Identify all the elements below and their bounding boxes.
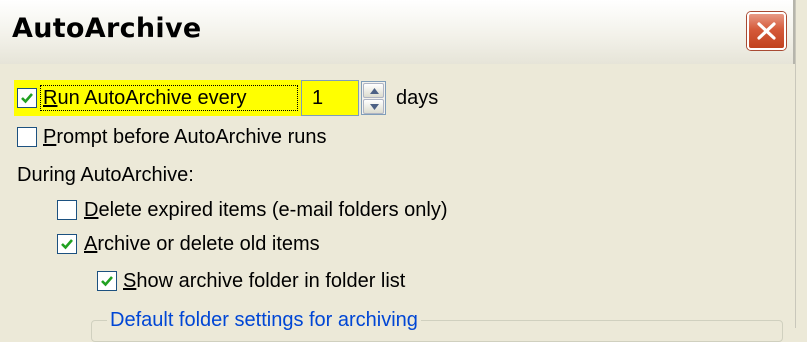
delete-expired-text: elete expired items (e-mail folders only… [98,199,448,221]
show-archive-folder-label[interactable]: Show archive folder in folder list [123,269,405,293]
show-archive-folder-checkbox[interactable] [97,271,117,291]
archive-old-checkbox[interactable] [57,234,77,254]
archive-old-text: rchive or delete old items [97,233,320,255]
days-unit-label: days [396,87,439,109]
delete-expired-hotkey: D [84,199,99,221]
delete-expired-label[interactable]: Delete expired items (e-mail folders onl… [84,198,447,222]
archive-old-hotkey: A [84,233,98,255]
arrow-down-icon [370,104,379,110]
dialog-title-bar[interactable]: AutoArchive [0,0,795,64]
run-autoarchive-text: un AutoArchive every [57,87,247,109]
prompt-before-hotkey: P [43,126,57,148]
dialog-right-edge [795,0,807,328]
during-autoarchive-heading: During AutoArchive: [17,164,194,186]
spin-down-button[interactable] [363,99,384,114]
spin-up-button[interactable] [363,83,384,98]
days-spinner[interactable] [361,81,386,115]
show-archive-folder-hotkey: S [123,270,137,292]
checkmark-icon [61,239,73,250]
prompt-before-label[interactable]: Prompt before AutoArchive runs [43,125,326,149]
checkmark-icon [21,93,33,104]
delete-expired-checkbox[interactable] [57,200,77,220]
show-archive-folder-text: how archive folder in folder list [136,270,406,292]
run-autoarchive-checkbox[interactable] [17,88,37,108]
dialog-title: AutoArchive [12,13,202,44]
prompt-before-text: rompt before AutoArchive runs [56,126,327,148]
checkmark-icon [101,276,113,287]
arrow-up-icon [370,88,379,94]
close-icon [757,22,776,40]
archive-old-label[interactable]: Archive or delete old items [84,232,320,256]
prompt-before-checkbox[interactable] [17,127,37,147]
run-autoarchive-hotkey: R [43,87,58,109]
run-autoarchive-label[interactable]: Run AutoArchive every [43,86,246,110]
days-input[interactable]: 1 [301,80,359,116]
close-button[interactable] [747,12,786,50]
